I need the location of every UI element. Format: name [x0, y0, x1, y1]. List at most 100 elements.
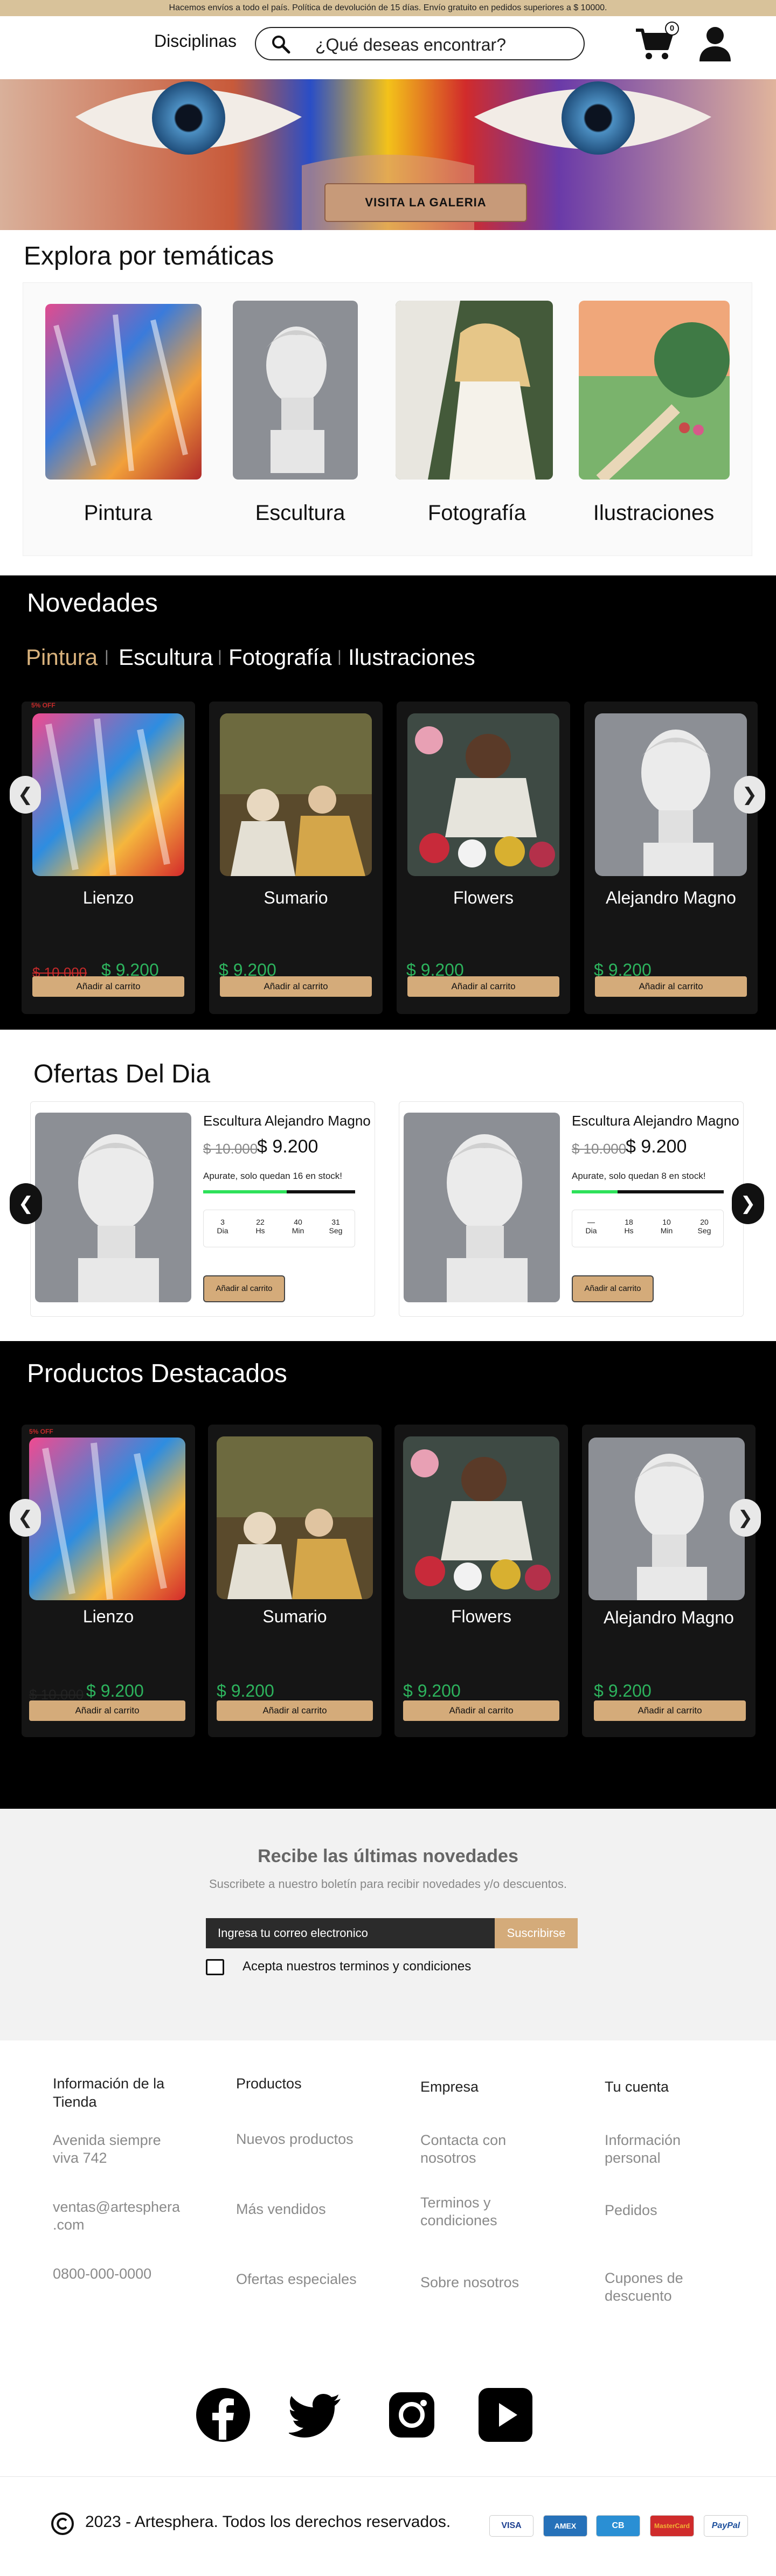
- theme-label[interactable]: Ilustraciones: [576, 501, 732, 525]
- product-title[interactable]: Alejandro Magno: [584, 888, 758, 908]
- product-title[interactable]: Flowers: [397, 888, 570, 908]
- footer-link[interactable]: Terminos y condiciones: [420, 2194, 528, 2230]
- product-title[interactable]: Flowers: [394, 1607, 568, 1627]
- countdown-timer: — Dia 18 Hs 10 Min 20 Seg: [572, 1210, 724, 1247]
- product-title[interactable]: Alejandro Magno: [582, 1608, 756, 1628]
- theme-image-pintura[interactable]: [45, 304, 202, 480]
- add-to-cart-button[interactable]: Añadir al carrito: [220, 976, 372, 997]
- add-to-cart-button[interactable]: Añadir al carrito: [203, 1275, 285, 1302]
- search-icon[interactable]: [271, 34, 290, 54]
- offer-image[interactable]: [404, 1113, 560, 1302]
- product-card[interactable]: Flowers $ 9.200 Añadir al carrito: [394, 1425, 568, 1737]
- user-icon[interactable]: [697, 26, 733, 63]
- product-image[interactable]: [220, 713, 372, 876]
- product-image[interactable]: [588, 1438, 745, 1600]
- stock-progress-fill: [572, 1190, 618, 1193]
- carousel-next-button[interactable]: ❯: [734, 776, 765, 814]
- add-to-cart-button[interactable]: Añadir al carrito: [595, 976, 747, 997]
- theme-image-escultura[interactable]: [233, 301, 358, 480]
- product-image[interactable]: [595, 713, 747, 876]
- product-image[interactable]: [29, 1438, 185, 1600]
- footer-phone[interactable]: 0800-000-0000: [53, 2265, 193, 2283]
- theme-label[interactable]: Pintura: [40, 501, 196, 525]
- footer-link[interactable]: Información personal: [605, 2131, 707, 2167]
- tab-fotografia[interactable]: Fotografía: [228, 644, 331, 670]
- tab-ilustraciones[interactable]: Ilustraciones: [348, 644, 475, 670]
- timer-unit: Seg: [697, 1226, 711, 1235]
- theme-label[interactable]: Fotografía: [399, 501, 555, 525]
- discount-badge: 5% OFF: [29, 1428, 53, 1435]
- product-card[interactable]: 5% OFF Lienzo $ 10.000 $ 9.200 Añadir al…: [22, 1425, 195, 1737]
- nav-disciplinas[interactable]: Disciplinas: [154, 31, 237, 51]
- offer-title[interactable]: Escultura Alejandro Magno: [572, 1113, 739, 1129]
- theme-image-fotografia[interactable]: [396, 301, 553, 480]
- visit-gallery-button[interactable]: VISITA LA GALERIA: [324, 183, 527, 222]
- product-card[interactable]: Sumario $ 9.200 Añadir al carrito: [208, 1425, 382, 1737]
- offer-card[interactable]: Escultura Alejandro Magno $ 10.000 $ 9.2…: [30, 1101, 375, 1317]
- footer-heading: Información de la Tienda: [53, 2075, 165, 2110]
- add-to-cart-button[interactable]: Añadir al carrito: [32, 976, 184, 997]
- youtube-icon[interactable]: [477, 2387, 534, 2443]
- product-image[interactable]: [217, 1436, 373, 1599]
- offer-title[interactable]: Escultura Alejandro Magno: [203, 1113, 371, 1129]
- footer-link[interactable]: Sobre nosotros: [420, 2274, 550, 2292]
- carousel-next-button[interactable]: ❯: [730, 1499, 761, 1537]
- theme-label[interactable]: Escultura: [222, 501, 378, 525]
- add-to-cart-button[interactable]: Añadir al carrito: [217, 1700, 373, 1721]
- footer-link[interactable]: Cupones de descuento: [605, 2269, 707, 2305]
- terms-checkbox[interactable]: [206, 1959, 224, 1975]
- offer-image[interactable]: [35, 1113, 191, 1302]
- twitter-icon[interactable]: [289, 2387, 345, 2443]
- subscribe-button[interactable]: Suscribirse: [495, 1918, 578, 1948]
- chevron-left-icon: ❮: [18, 1193, 34, 1214]
- chevron-right-icon: ❯: [742, 784, 758, 805]
- timer-unit: Min: [292, 1226, 304, 1235]
- product-title[interactable]: Sumario: [208, 1607, 382, 1627]
- stock-message: Apurate, solo quedan 8 en stock!: [572, 1171, 706, 1181]
- tab-separator: |: [105, 648, 109, 665]
- footer-link[interactable]: Más vendidos: [236, 2200, 376, 2218]
- timer-value: 20: [700, 1218, 709, 1226]
- footer-email[interactable]: ventas@artesphera .com: [53, 2198, 193, 2234]
- tab-escultura[interactable]: Escultura: [119, 644, 213, 670]
- product-card[interactable]: Sumario $ 9.200 Añadir al carrito: [209, 702, 383, 1014]
- offers-prev-button[interactable]: ❮: [10, 1183, 42, 1224]
- product-card[interactable]: 5% OFF Lienzo $ 10.000 $ 9.200 Añadir al…: [22, 702, 195, 1014]
- product-image[interactable]: [32, 713, 184, 876]
- add-to-cart-button[interactable]: Añadir al carrito: [403, 1700, 559, 1721]
- footer-link[interactable]: Pedidos: [605, 2202, 707, 2219]
- facebook-icon[interactable]: [195, 2387, 251, 2443]
- product-title[interactable]: Lienzo: [22, 1607, 195, 1627]
- offer-old-price: $ 10.000: [572, 1141, 627, 1157]
- offer-card[interactable]: Escultura Alejandro Magno $ 10.000 $ 9.2…: [399, 1101, 744, 1317]
- offers-next-button[interactable]: ❯: [732, 1183, 764, 1224]
- timer-value: 18: [625, 1218, 633, 1226]
- product-card[interactable]: Alejandro Magno $ 9.200 Añadir al carrit…: [582, 1425, 756, 1737]
- add-to-cart-button[interactable]: Añadir al carrito: [407, 976, 559, 997]
- carousel-prev-button[interactable]: ❮: [10, 1499, 41, 1537]
- carousel-prev-button[interactable]: ❮: [10, 776, 41, 814]
- email-input[interactable]: Ingresa tu correo electronico: [206, 1918, 495, 1948]
- footer-link[interactable]: Ofertas especiales: [236, 2271, 376, 2288]
- copyright-text: 2023 - Artesphera. Todos los derechos re…: [85, 2513, 451, 2531]
- search-bar[interactable]: ¿Qué deseas encontrar?: [255, 27, 585, 60]
- product-card[interactable]: Flowers $ 9.200 Añadir al carrito: [397, 702, 570, 1014]
- footer-link[interactable]: Nuevos productos: [236, 2130, 376, 2148]
- search-input[interactable]: ¿Qué deseas encontrar?: [315, 35, 506, 55]
- product-image[interactable]: [403, 1436, 559, 1599]
- add-to-cart-button[interactable]: Añadir al carrito: [29, 1700, 185, 1721]
- product-title[interactable]: Sumario: [209, 888, 383, 908]
- footer-link[interactable]: Contacta con nosotros: [420, 2131, 528, 2167]
- instagram-icon[interactable]: [384, 2387, 440, 2443]
- product-image[interactable]: [407, 713, 559, 876]
- timer-value: 10: [662, 1218, 671, 1226]
- add-to-cart-button[interactable]: Añadir al carrito: [572, 1275, 654, 1302]
- stock-progress-bar: [203, 1190, 355, 1193]
- tab-pintura[interactable]: Pintura: [26, 644, 98, 670]
- product-card[interactable]: Alejandro Magno $ 9.200 Añadir al carrit…: [584, 702, 758, 1014]
- product-title[interactable]: Lienzo: [22, 888, 195, 908]
- theme-image-ilustraciones[interactable]: [579, 301, 730, 480]
- footer-heading: Tu cuenta: [605, 2079, 669, 2095]
- destacados-title: Productos Destacados: [27, 1359, 287, 1388]
- add-to-cart-button[interactable]: Añadir al carrito: [594, 1700, 746, 1721]
